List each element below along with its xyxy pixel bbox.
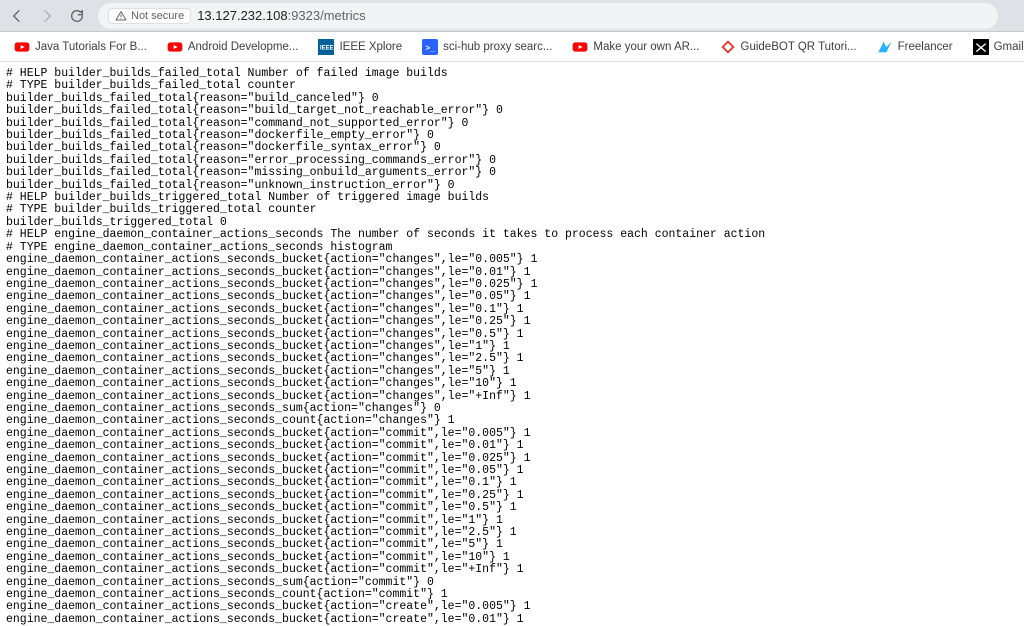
bookmark-item[interactable]: >_ sci-hub proxy searc...	[416, 36, 558, 58]
url-host: 13.127.232.108	[197, 8, 287, 23]
forward-button[interactable]	[38, 7, 56, 25]
bookmark-label: sci-hub proxy searc...	[443, 41, 552, 53]
metrics-content: # HELP builder_builds_failed_total Numbe…	[0, 62, 1024, 626]
scihub-icon: >_	[422, 39, 438, 55]
bookmark-item[interactable]: Android Developme...	[161, 36, 305, 58]
svg-text:IEEE: IEEE	[320, 45, 334, 51]
bookmark-item[interactable]: Gmail	[967, 36, 1024, 58]
guidebot-icon	[720, 39, 736, 55]
browser-toolbar: Not secure 13.127.232.108:9323/metrics	[0, 0, 1024, 32]
back-button[interactable]	[8, 7, 26, 25]
bookmark-label: Freelancer	[898, 41, 953, 53]
bookmark-label: IEEE Xplore	[339, 41, 402, 53]
reload-button[interactable]	[68, 7, 86, 25]
bookmark-label: Java Tutorials For B...	[35, 41, 147, 53]
svg-text:>_: >_	[425, 43, 435, 52]
bookmark-item[interactable]: IEEE IEEE Xplore	[312, 36, 408, 58]
youtube-icon	[14, 39, 30, 55]
ieee-icon: IEEE	[318, 39, 334, 55]
bookmark-label: Make your own AR...	[593, 41, 699, 53]
bookmark-label: Android Developme...	[188, 41, 299, 53]
not-secure-badge[interactable]: Not secure	[108, 8, 191, 24]
bookmark-item[interactable]: Make your own AR...	[566, 36, 705, 58]
bookmark-label: GuideBOT QR Tutori...	[741, 41, 857, 53]
url-port-path: :9323/metrics	[288, 8, 366, 23]
bookmark-item[interactable]: Java Tutorials For B...	[8, 36, 153, 58]
url-bar[interactable]: Not secure 13.127.232.108:9323/metrics	[98, 3, 998, 29]
bookmarks-bar: Java Tutorials For B... Android Developme…	[0, 32, 1024, 62]
bookmark-item[interactable]: Freelancer	[871, 36, 959, 58]
warning-icon	[115, 10, 127, 22]
youtube-icon	[167, 39, 183, 55]
bookmark-label: Gmail	[994, 41, 1024, 53]
url-text: 13.127.232.108:9323/metrics	[197, 8, 365, 23]
gmail-icon	[973, 39, 989, 55]
freelancer-icon	[877, 39, 893, 55]
youtube-icon	[572, 39, 588, 55]
not-secure-label: Not secure	[131, 10, 184, 22]
bookmark-item[interactable]: GuideBOT QR Tutori...	[714, 36, 863, 58]
